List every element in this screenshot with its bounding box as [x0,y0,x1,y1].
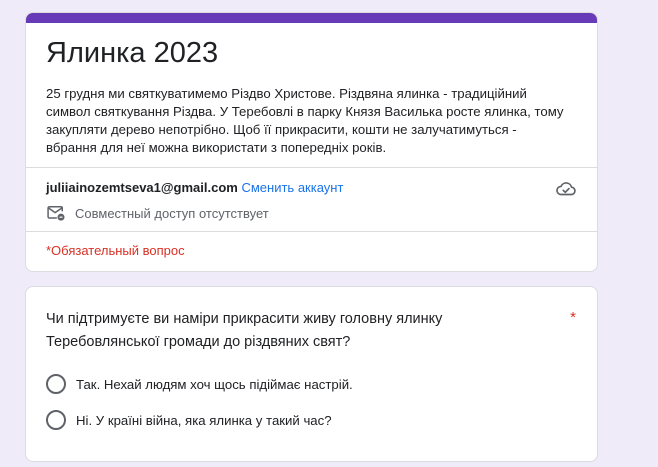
radio-button[interactable] [46,410,66,430]
required-note: *Обязательный вопрос [46,243,185,258]
sharing-status-row: Совместный доступ отсутствует [46,203,269,223]
required-star: * [570,309,576,326]
option-label: Так. Нехай людям хоч щось підіймає настр… [76,376,353,392]
question-text: Чи підтримуєте ви наміри прикрасити живу… [46,311,443,350]
question-card: Чи підтримуєте ви наміри прикрасити живу… [25,286,598,462]
option-label: Ні. У країні війна, яка ялинка у такий ч… [76,412,332,428]
divider [26,231,597,232]
account-email: juliiainozemtseva1@gmail.com [46,180,238,195]
switch-account-link[interactable]: Сменить аккаунт [241,180,343,195]
cloud-saved-icon [556,182,576,196]
account-row: juliiainozemtseva1@gmail.com Сменить акк… [46,179,343,197]
form-description: 25 грудня ми святкуватимемо Різдво Христ… [46,86,564,155]
form-title: Ялинка 2023 [46,37,219,69]
radio-option-no[interactable]: Ні. У країні війна, яка ялинка у такий ч… [46,410,332,430]
divider [26,167,597,168]
accent-bar [26,13,597,23]
form-header-card: Ялинка 2023 25 грудня ми святкуватимемо … [25,12,598,272]
mail-lock-icon [47,206,65,221]
sharing-status-text: Совместный доступ отсутствует [75,205,269,221]
radio-option-yes[interactable]: Так. Нехай людям хоч щось підіймає настр… [46,374,353,394]
radio-button[interactable] [46,374,66,394]
